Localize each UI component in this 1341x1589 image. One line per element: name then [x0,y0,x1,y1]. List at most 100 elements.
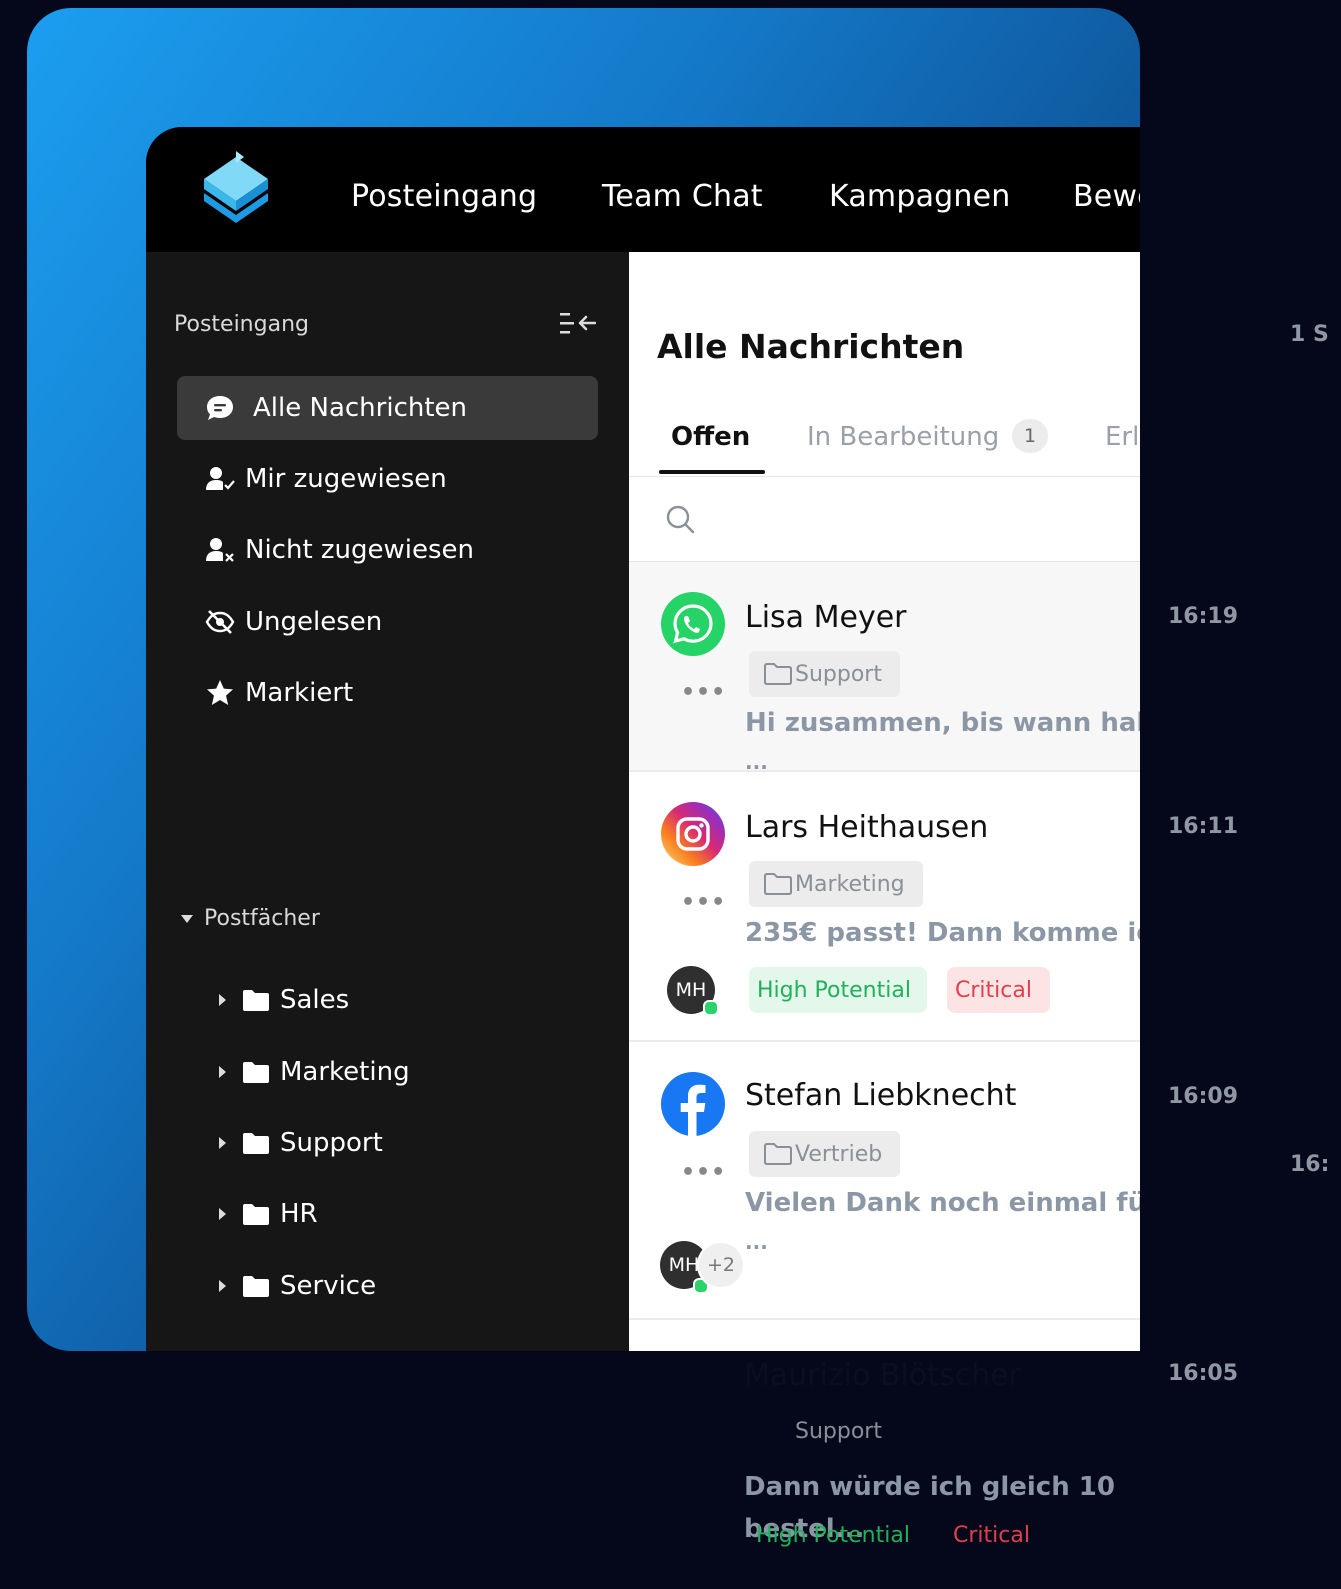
tab-in-bearbeitung[interactable]: In Bearbeitung [807,422,999,452]
overflow-text: 1 S [1290,322,1329,347]
folder-tag: Vertrieb [749,1131,901,1177]
tag-critical: Critical [953,1523,1030,1548]
sidebar-item-markiert[interactable]: Markiert [177,661,598,725]
online-status-dot [703,1000,719,1016]
conversation-row[interactable]: ••• Lisa Meyer Support Hi zusammen, bis … [629,562,1140,774]
timestamp: 16:11 [1168,814,1239,839]
conversation-row[interactable]: ••• Stefan Liebknecht Vertrieb Vielen Da… [629,1042,1140,1320]
contact-name: Lars Heithausen [745,810,989,845]
caret-right-icon [219,1066,226,1078]
nav-kampagnen[interactable]: Kampagnen [829,179,1011,214]
sidebar-item-alle-nachrichten[interactable]: Alle Nachrichten [177,376,598,440]
nav-posteingang[interactable]: Posteingang [351,179,537,214]
sidebar-title: Posteingang [174,312,309,337]
folder-tag-label: Support [795,661,882,687]
sidebar-item-label: Nicht zugewiesen [245,535,475,565]
tag-high-potential: High Potential [756,1523,910,1548]
timestamp: 16:19 [1168,604,1239,629]
star-icon [205,678,235,708]
folder-label: Service [280,1271,377,1301]
tag-high-potential[interactable]: High Potential [749,967,927,1013]
caret-right-icon [219,994,226,1006]
page-title: Alle Nachrichten [657,327,965,366]
message-preview-line1: Dann würde ich gleich 10 [744,1472,1115,1502]
preview-continuation: ... [745,750,768,774]
more-assignees-badge[interactable]: +2 [697,1241,745,1289]
folder-item-sales[interactable]: Sales [216,985,349,1015]
overflow-timestamp: 16: [1290,1152,1330,1177]
avatar-initials: MH [668,1254,700,1276]
contact-name: Maurizio Blötscher [744,1358,1021,1393]
message-preview: Hi zusammen, bis wann habt ih [745,708,1140,738]
section-title: Postfächer [204,906,320,931]
sidebar: Posteingang Alle Nachrichten Mir zugewie… [146,252,629,1351]
contact-name: Stefan Liebknecht [745,1078,1017,1113]
instagram-icon [661,802,725,866]
tab-count-badge: 1 [1012,419,1048,453]
folder-item-service[interactable]: Service [216,1271,376,1301]
folder-item-hr[interactable]: HR [216,1199,318,1229]
folder-tag-label: Support [795,1419,882,1444]
tab-erledigt[interactable]: Erledigt [1105,422,1140,452]
nav-team-chat[interactable]: Team Chat [602,179,763,214]
avatar-initials: MH [675,979,707,1001]
folder-icon [243,990,269,1011]
folder-outline-icon [764,873,792,895]
caret-down-icon [181,914,193,923]
more-options-icon[interactable]: ••• [681,680,726,705]
folder-outline-icon [764,663,792,685]
facebook-icon [661,1072,725,1136]
eye-off-icon [205,607,235,637]
folder-tag-label: Marketing [795,871,905,897]
chat-bubble-icon [205,393,235,423]
conversation-list-panel: Alle Nachrichten Offen In Bearbeitung 1 … [629,252,1140,1351]
folder-icon [243,1062,269,1083]
sidebar-item-label: Ungelesen [245,607,383,637]
tab-offen[interactable]: Offen [671,422,750,452]
conversation-row[interactable]: ••• Lars Heithausen Marketing 235€ passt… [629,772,1140,1042]
nav-bewertungen[interactable]: Bewertungen [1073,179,1140,214]
sidebar-item-label: Mir zugewiesen [245,464,447,494]
timestamp: 16:05 [1168,1361,1239,1386]
sidebar-item-nicht-zugewiesen[interactable]: Nicht zugewiesen [177,518,598,582]
message-preview: 235€ passt! Dann komme ich gl... [745,918,1140,948]
folder-label: Support [280,1128,383,1158]
top-navigation: Posteingang Team Chat Kampagnen Bewertun… [146,127,1140,252]
user-check-icon [205,464,235,494]
folder-tag: Support [749,651,900,697]
collapse-sidebar-icon[interactable] [560,308,596,338]
folder-label: Marketing [280,1057,410,1087]
folder-tag-label: Vertrieb [795,1141,883,1167]
timestamp: 16:09 [1168,1084,1239,1109]
search-icon [666,505,695,534]
tag-critical[interactable]: Critical [947,967,1050,1013]
user-x-icon [205,535,235,565]
folder-icon [243,1276,269,1297]
more-options-icon[interactable]: ••• [681,1160,726,1185]
preview-continuation: ... [745,1230,768,1254]
postfaecher-section-toggle[interactable]: Postfächer [180,906,320,931]
app-logo[interactable] [198,149,274,231]
caret-right-icon [219,1208,226,1220]
folder-tag: Marketing [749,861,923,907]
whatsapp-icon [661,592,725,656]
app-window: Posteingang Team Chat Kampagnen Bewertun… [146,127,1140,1351]
contact-name: Lisa Meyer [745,600,907,635]
sidebar-item-ungelesen[interactable]: Ungelesen [177,590,598,654]
more-options-icon[interactable]: ••• [681,890,726,915]
caret-right-icon [219,1137,226,1149]
folder-item-marketing[interactable]: Marketing [216,1057,410,1087]
sidebar-item-mir-zugewiesen[interactable]: Mir zugewiesen [177,447,598,511]
folder-icon [243,1133,269,1154]
sidebar-item-label: Alle Nachrichten [253,393,468,423]
folder-item-support[interactable]: Support [216,1128,383,1158]
search-input[interactable] [629,477,1140,562]
active-tab-indicator [659,470,765,474]
caret-right-icon [219,1280,226,1292]
message-preview: Vielen Dank noch einmal für die [745,1188,1140,1218]
folder-icon [243,1204,269,1225]
folder-outline-icon [764,1143,792,1165]
sidebar-item-label: Markiert [245,678,354,708]
folder-label: HR [280,1199,318,1229]
folder-label: Sales [280,985,350,1015]
